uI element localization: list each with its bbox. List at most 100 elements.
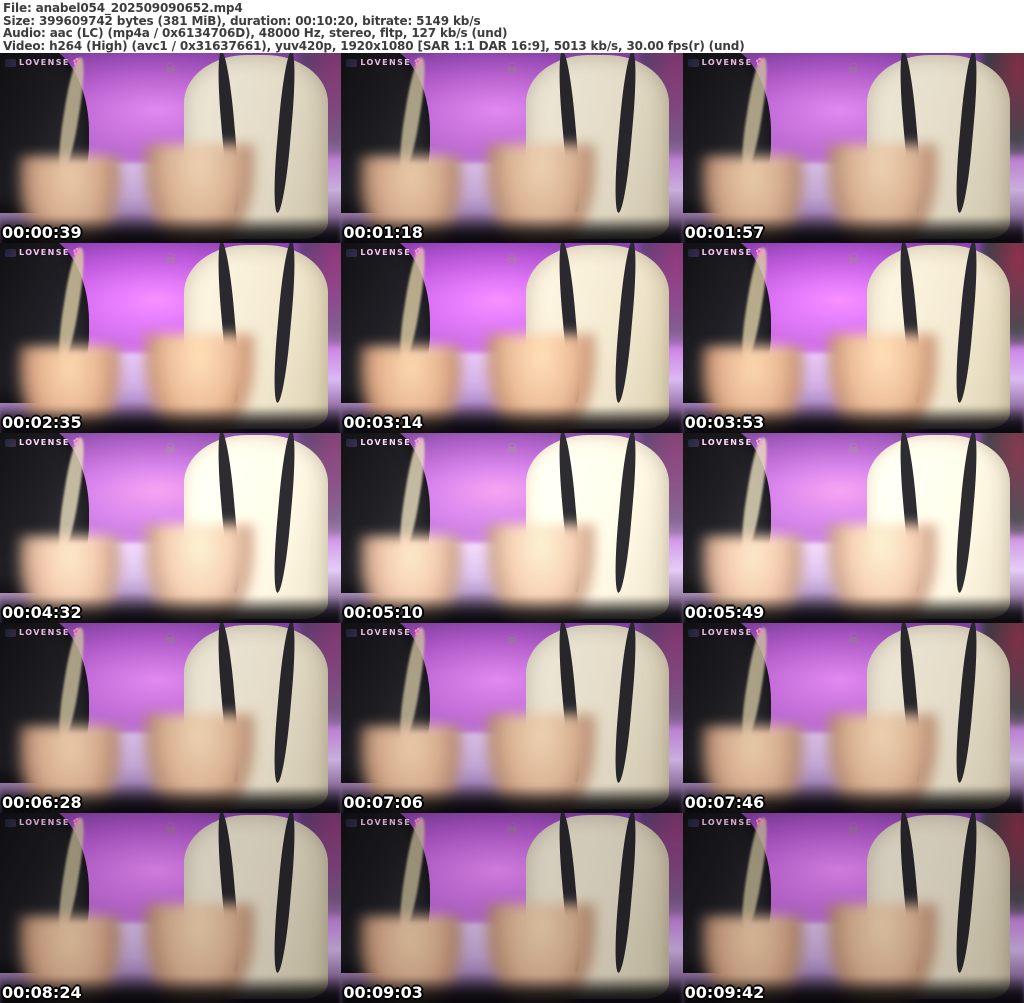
lovense-watermark: LOVENSE ✿ [687,247,764,258]
video-thumbnail: ☠ LOVENSE ✿ 00:08:24 [0,813,342,1003]
chair-skull-logo-icon: ☠ [846,249,861,268]
watermark-text: LOVENSE [19,248,70,257]
watermark-text: LOVENSE [19,628,70,637]
lovense-watermark: LOVENSE ✿ [5,437,81,448]
watermark-logo-chip [687,58,699,67]
lovense-watermark: LOVENSE ✿ [687,57,764,68]
video-info-line: Video: h264 (High) (avc1 / 0x31637661), … [3,38,745,53]
chair-skull-logo-icon: ☠ [505,249,519,268]
file-metadata-header: File: anabel054_202509090652.mp4 Size: 3… [0,0,1024,53]
flower-icon: ✿ [72,437,82,448]
timestamp-overlay: 00:08:24 [2,983,82,1002]
thumbnail-image: ☠ LOVENSE ✿ [0,623,342,813]
video-thumbnail: ☠ LOVENSE ✿ 00:05:49 [682,433,1024,623]
timestamp-overlay: 00:07:06 [343,793,423,812]
lovense-watermark: LOVENSE ✿ [5,817,81,828]
video-thumbnail: ☠ LOVENSE ✿ 00:01:57 [682,53,1024,243]
video-thumbnail: ☠ LOVENSE ✿ 00:09:03 [341,813,683,1003]
thumbnail-image: ☠ LOVENSE ✿ [682,623,1024,813]
chair-skull-logo-icon: ☠ [846,629,861,648]
timestamp-overlay: 00:05:49 [684,603,765,622]
watermark-logo-chip [687,628,699,637]
chair-skull-logo-icon: ☠ [505,819,519,838]
video-thumbnail: ☠ LOVENSE ✿ 00:04:32 [0,433,342,623]
video-thumbnail: ☠ LOVENSE ✿ 00:09:42 [682,813,1024,1003]
flower-icon: ✿ [414,437,423,448]
video-thumbnail: ☠ LOVENSE ✿ 00:01:18 [341,53,683,243]
flower-icon: ✿ [414,247,423,258]
watermark-logo-chip [687,438,699,447]
timestamp-overlay: 00:03:53 [684,413,765,432]
watermark-text: LOVENSE [360,818,412,827]
watermark-text: LOVENSE [701,438,753,447]
watermark-text: LOVENSE [701,818,753,827]
chair-skull-logo-icon: ☠ [505,439,519,458]
audio-info-line: Audio: aac (LC) (mp4a / 0x6134706D), 480… [3,26,508,40]
timestamp-overlay: 00:01:18 [343,223,423,242]
flower-icon: ✿ [414,57,423,68]
lovense-watermark: LOVENSE ✿ [5,247,81,258]
watermark-logo-chip [5,438,16,447]
watermark-text: LOVENSE [701,248,753,257]
thumbnail-image: ☠ LOVENSE ✿ [0,813,342,1003]
lovense-watermark: LOVENSE ✿ [5,57,81,68]
watermark-logo-chip [5,248,16,257]
thumbnail-image: ☠ LOVENSE ✿ [682,53,1024,243]
watermark-text: LOVENSE [701,58,753,67]
thumbnail-image: ☠ LOVENSE ✿ [682,813,1024,1003]
thumbnail-image: ☠ LOVENSE ✿ [682,433,1024,623]
timestamp-overlay: 00:02:35 [2,413,82,432]
thumbnail-image: ☠ LOVENSE ✿ [341,243,683,433]
watermark-logo-chip [5,628,16,637]
timestamp-overlay: 00:09:42 [684,983,765,1002]
flower-icon: ✿ [414,817,423,828]
watermark-logo-chip [687,248,699,257]
watermark-text: LOVENSE [360,628,412,637]
lovense-watermark: LOVENSE ✿ [346,437,423,448]
flower-icon: ✿ [414,627,423,638]
video-thumbnail: ☠ LOVENSE ✿ 00:00:39 [0,53,342,243]
lovense-watermark: LOVENSE ✿ [346,627,423,638]
timestamp-overlay: 00:09:03 [343,983,423,1002]
watermark-logo-chip [346,58,358,67]
thumbnail-image: ☠ LOVENSE ✿ [0,433,342,623]
watermark-logo-chip [5,818,16,827]
flower-icon: ✿ [72,817,82,828]
watermark-text: LOVENSE [360,438,412,447]
video-thumbnail: ☠ LOVENSE ✿ 00:03:53 [682,243,1024,433]
video-contact-sheet: File: anabel054_202509090652.mp4 Size: 3… [0,0,1024,1003]
timestamp-overlay: 00:07:46 [684,793,765,812]
timestamp-overlay: 00:00:39 [2,223,82,242]
flower-icon: ✿ [72,627,82,638]
thumbnail-image: ☠ LOVENSE ✿ [0,53,342,243]
flower-icon: ✿ [755,247,764,258]
watermark-text: LOVENSE [360,58,412,67]
timestamp-overlay: 00:03:14 [343,413,423,432]
timestamp-overlay: 00:04:32 [2,603,82,622]
chair-skull-logo-icon: ☠ [163,819,178,838]
chair-skull-logo-icon: ☠ [846,439,861,458]
watermark-logo-chip [687,818,699,827]
chair-skull-logo-icon: ☠ [846,819,861,838]
timestamp-overlay: 00:06:28 [2,793,82,812]
flower-icon: ✿ [755,437,764,448]
watermark-text: LOVENSE [701,628,753,637]
video-thumbnail: ☠ LOVENSE ✿ 00:07:46 [682,623,1024,813]
watermark-logo-chip [346,628,358,637]
thumbnail-image: ☠ LOVENSE ✿ [341,623,683,813]
video-thumbnail: ☠ LOVENSE ✿ 00:06:28 [0,623,342,813]
flower-icon: ✿ [755,817,764,828]
chair-skull-logo-icon: ☠ [163,59,178,78]
chair-skull-logo-icon: ☠ [505,629,519,648]
thumbnail-image: ☠ LOVENSE ✿ [341,433,683,623]
flower-icon: ✿ [72,57,82,68]
lovense-watermark: LOVENSE ✿ [346,57,423,68]
lovense-watermark: LOVENSE ✿ [687,627,764,638]
lovense-watermark: LOVENSE ✿ [5,627,81,638]
chair-skull-logo-icon: ☠ [163,249,178,268]
watermark-text: LOVENSE [19,438,70,447]
chair-skull-logo-icon: ☠ [505,59,519,78]
lovense-watermark: LOVENSE ✿ [687,817,764,828]
video-thumbnail: ☠ LOVENSE ✿ 00:03:14 [341,243,683,433]
chair-skull-logo-icon: ☠ [846,59,861,78]
